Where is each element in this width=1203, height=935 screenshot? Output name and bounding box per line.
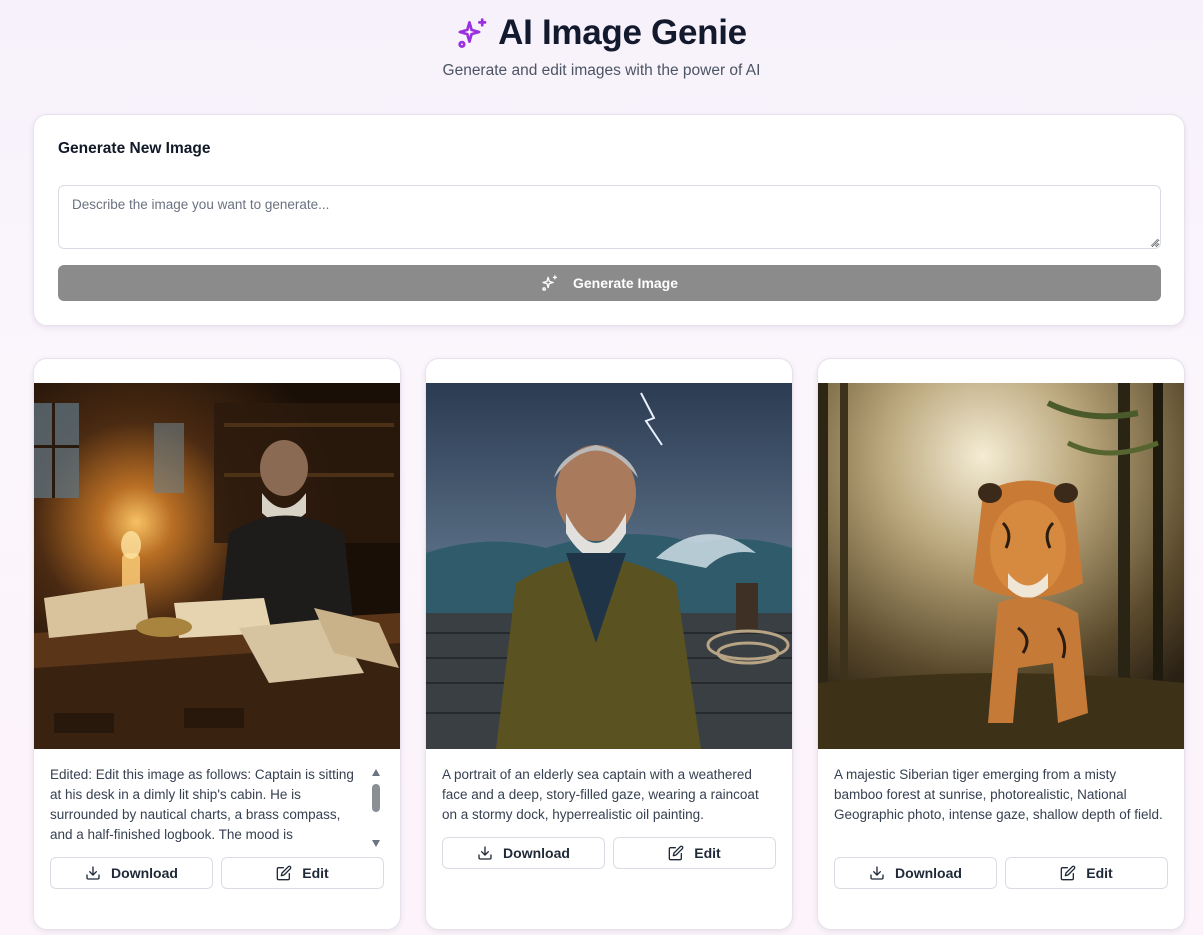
download-button[interactable]: Download: [50, 857, 213, 889]
sea-captain-image: [426, 383, 792, 749]
edit-label: Edit: [694, 845, 721, 861]
captain-desk-image: [34, 383, 400, 749]
card-actions: Download Edit: [442, 837, 776, 869]
download-button[interactable]: Download: [834, 857, 997, 889]
tiger-image: [818, 383, 1184, 749]
sparkles-icon: [542, 275, 558, 291]
title-row: AI Image Genie: [0, 12, 1203, 54]
prompt-input[interactable]: [58, 185, 1161, 249]
edit-button[interactable]: Edit: [613, 837, 776, 869]
resize-grip-icon[interactable]: [1149, 237, 1159, 247]
generated-image[interactable]: [426, 383, 792, 749]
edit-icon: [668, 845, 684, 861]
generated-image[interactable]: [818, 383, 1184, 749]
image-description: A portrait of an elderly sea captain wit…: [442, 767, 759, 822]
download-icon: [478, 846, 492, 860]
app-subtitle: Generate and edit images with the power …: [442, 62, 761, 79]
image-card: A portrait of an elderly sea captain wit…: [425, 358, 793, 930]
scroll-up-arrow-icon[interactable]: [372, 769, 380, 776]
image-card: A majestic Siberian tiger emerging from …: [817, 358, 1185, 930]
edit-button[interactable]: Edit: [221, 857, 384, 889]
generate-button-label: Generate Image: [572, 275, 679, 291]
card-actions: Download Edit: [834, 857, 1168, 889]
app-header: AI Image Genie Generate and edit images …: [0, 12, 1203, 80]
card-actions: Download Edit: [50, 857, 384, 889]
edit-button[interactable]: Edit: [1005, 857, 1168, 889]
edit-icon: [1060, 865, 1076, 881]
download-label: Download: [895, 865, 962, 881]
edit-label: Edit: [1086, 865, 1113, 881]
edit-icon: [276, 865, 292, 881]
download-icon: [86, 866, 100, 880]
download-button[interactable]: Download: [442, 837, 605, 869]
generate-panel: Generate New Image Generate Image: [33, 114, 1185, 326]
download-label: Download: [503, 845, 570, 861]
app-title: AI Image Genie: [498, 13, 747, 52]
download-label: Download: [111, 865, 178, 881]
generate-button[interactable]: Generate Image: [58, 265, 1161, 301]
edit-label: Edit: [302, 865, 329, 881]
image-description: A majestic Siberian tiger emerging from …: [834, 767, 1163, 822]
generated-image[interactable]: [34, 383, 400, 749]
scrollbar-thumb[interactable]: [372, 784, 380, 812]
scroll-down-arrow-icon[interactable]: [372, 840, 380, 847]
description-scrollbar[interactable]: [371, 767, 381, 847]
download-icon: [870, 866, 884, 880]
image-card: Edited: Edit this image as follows: Capt…: [33, 358, 401, 930]
image-description: Edited: Edit this image as follows: Capt…: [50, 767, 354, 842]
generate-heading: Generate New Image: [58, 140, 211, 157]
sparkles-icon: [458, 18, 487, 48]
